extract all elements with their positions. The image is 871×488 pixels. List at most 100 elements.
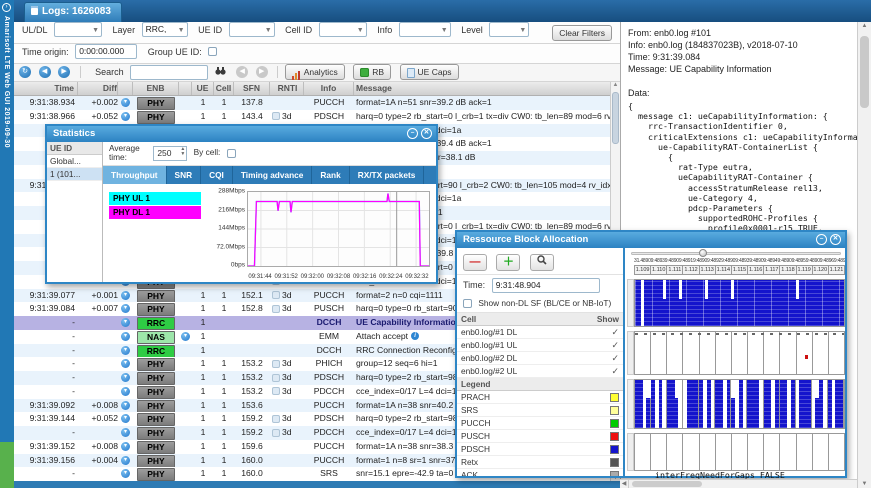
stats-ue-list-item[interactable]: 1 (101... [47, 168, 102, 181]
row-expand-icon[interactable]: ▾ [121, 318, 130, 327]
tab-rank[interactable]: Rank [312, 166, 349, 184]
group-ueid-checkbox[interactable] [208, 47, 217, 56]
refresh-icon[interactable]: ↻ [19, 66, 31, 78]
log-column-header[interactable]: SFN [234, 82, 270, 95]
tab-timing-advance[interactable]: Timing advance [233, 166, 313, 184]
clear-filters-button[interactable]: Clear Filters [552, 25, 612, 41]
row-expand-icon[interactable]: ▾ [121, 456, 130, 465]
chart-legend-item[interactable]: PHY DL 1 [109, 206, 201, 219]
sidebar-expand-icon[interactable]: › [2, 3, 11, 12]
scroll-left-icon[interactable]: ◀ [620, 480, 629, 488]
row-expand-icon[interactable]: ▾ [121, 387, 130, 396]
tab-logs[interactable]: Logs: 1626083 [24, 2, 122, 22]
row-expand-icon[interactable]: ▾ [121, 332, 130, 341]
prev-page-icon[interactable]: ◀ [39, 66, 51, 78]
chart-legend-item[interactable]: PHY UL 1 [109, 192, 201, 205]
spinner-arrows-icon[interactable]: ▲▼ [180, 147, 185, 157]
info-circle-icon[interactable]: i [411, 332, 419, 340]
rba-cell-row[interactable]: enb0.log/#2 UL✓ [457, 365, 623, 378]
show-checkbox[interactable]: ✓ [611, 340, 619, 350]
rba-band-body[interactable] [634, 331, 845, 375]
slider-thumb-icon[interactable] [699, 249, 707, 257]
scroll-down-icon[interactable]: ▼ [858, 481, 871, 487]
log-column-header[interactable]: Cell [214, 82, 234, 95]
show-checkbox[interactable]: ✓ [611, 366, 619, 376]
close-icon[interactable]: ✕ [421, 128, 432, 139]
log-cell-time: 9:31:39.077 [14, 289, 78, 303]
rb-button[interactable]: RB [353, 64, 391, 80]
statistics-window-titlebar[interactable]: Statistics –✕ [47, 126, 436, 142]
row-expand-icon[interactable]: ▾ [121, 304, 130, 313]
scroll-up-icon[interactable]: ▲ [858, 23, 871, 29]
zoom-out-button[interactable]: — [463, 254, 487, 271]
log-column-header[interactable]: Info [304, 82, 354, 95]
row-expand-icon[interactable]: ▾ [121, 428, 130, 437]
detail-vertical-scrollbar[interactable]: ▲ ▼ [857, 22, 871, 488]
log-row[interactable]: 9:31:38.934+0.002▾PHY11137.8PUCCHformat=… [14, 96, 620, 110]
minimize-icon[interactable]: – [407, 128, 418, 139]
log-column-header[interactable]: RNTI [270, 82, 304, 95]
rba-cell-row[interactable]: enb0.log/#1 UL✓ [457, 339, 623, 352]
close-icon[interactable]: ✕ [830, 234, 841, 245]
hscrollbar-thumb[interactable] [632, 481, 702, 487]
search-prev-icon[interactable]: ◀ [236, 66, 248, 78]
scroll-up-icon[interactable]: ▲ [611, 82, 620, 88]
rba-cell-row[interactable]: enb0.log/#1 DL✓ [457, 326, 623, 339]
next-page-icon[interactable]: ▶ [58, 66, 70, 78]
rba-band-body[interactable] [634, 279, 845, 327]
detail-horizontal-scrollbar[interactable]: ◀ [620, 479, 857, 488]
show-nondl-checkbox[interactable] [463, 299, 472, 308]
tab-cqi[interactable]: CQI [201, 166, 233, 184]
minimize-icon[interactable]: – [816, 234, 827, 245]
uldl-select[interactable]: ▼ [54, 22, 102, 37]
by-cell-checkbox[interactable] [227, 149, 236, 158]
rba-window-titlebar[interactable]: Ressource Block Allocation –✕ [457, 232, 845, 248]
rba-band-body[interactable] [634, 433, 845, 471]
tab-snr[interactable]: SNR [167, 166, 202, 184]
stats-ue-list-item[interactable]: Global... [47, 155, 102, 168]
ueid-select[interactable]: ▼ [229, 22, 275, 37]
average-time-spinner[interactable]: 250▲▼ [153, 146, 187, 161]
log-row[interactable]: 9:31:38.966+0.052▾PHY11143.43dPDSCHharq=… [14, 110, 620, 124]
row-expand-icon[interactable]: ▾ [121, 469, 130, 478]
search-next-icon[interactable]: ▶ [256, 66, 268, 78]
rba-time-slider[interactable] [627, 248, 845, 258]
rba-time-input[interactable]: 9:31:48.904 [492, 278, 600, 293]
time-origin-input[interactable]: 0:00:00.000 [75, 44, 137, 59]
vscrollbar-thumb[interactable] [860, 36, 869, 108]
show-checkbox[interactable]: ✓ [611, 353, 619, 363]
row-expand-icon[interactable]: ▾ [121, 442, 130, 451]
log-column-header[interactable] [179, 82, 192, 95]
log-column-header[interactable]: Diff [78, 82, 118, 95]
analytics-button[interactable]: Analytics [285, 64, 345, 80]
row-expand-icon[interactable]: ▾ [181, 332, 190, 341]
rba-cell-row[interactable]: enb0.log/#2 DL✓ [457, 352, 623, 365]
cellid-select[interactable]: ▼ [319, 22, 367, 37]
row-expand-icon[interactable]: ▾ [121, 359, 130, 368]
row-expand-icon[interactable]: ▾ [121, 112, 130, 121]
info-select[interactable]: ▼ [399, 22, 451, 37]
row-expand-icon[interactable]: ▾ [121, 373, 130, 382]
log-column-header[interactable] [118, 82, 133, 95]
tab-throughput[interactable]: Throughput [103, 166, 167, 184]
log-column-header[interactable]: UE ID [192, 82, 214, 95]
log-column-header[interactable]: Time [14, 82, 78, 95]
log-column-header[interactable]: ENB [133, 82, 179, 95]
search-input[interactable] [130, 65, 208, 80]
level-select[interactable]: ▼ [489, 22, 529, 37]
binoculars-search-icon[interactable] [215, 66, 226, 78]
layer-select[interactable]: RRC,▼ [142, 22, 188, 37]
zoom-in-button[interactable]: ＋ [496, 254, 520, 271]
log-scrollbar-thumb[interactable] [612, 92, 619, 144]
row-expand-icon[interactable]: ▾ [121, 291, 130, 300]
tab-rx-tx-packets[interactable]: RX/TX packets [350, 166, 425, 184]
row-expand-icon[interactable]: ▾ [121, 98, 130, 107]
row-expand-icon[interactable]: ▾ [121, 414, 130, 423]
row-expand-icon[interactable]: ▾ [121, 401, 130, 410]
magnifier-button[interactable] [530, 254, 554, 271]
uecaps-button[interactable]: UE Caps [400, 64, 459, 80]
row-expand-icon[interactable]: ▾ [121, 346, 130, 355]
rba-band-body[interactable] [634, 379, 845, 429]
log-column-header[interactable]: Message [354, 82, 620, 95]
show-checkbox[interactable]: ✓ [611, 327, 619, 337]
